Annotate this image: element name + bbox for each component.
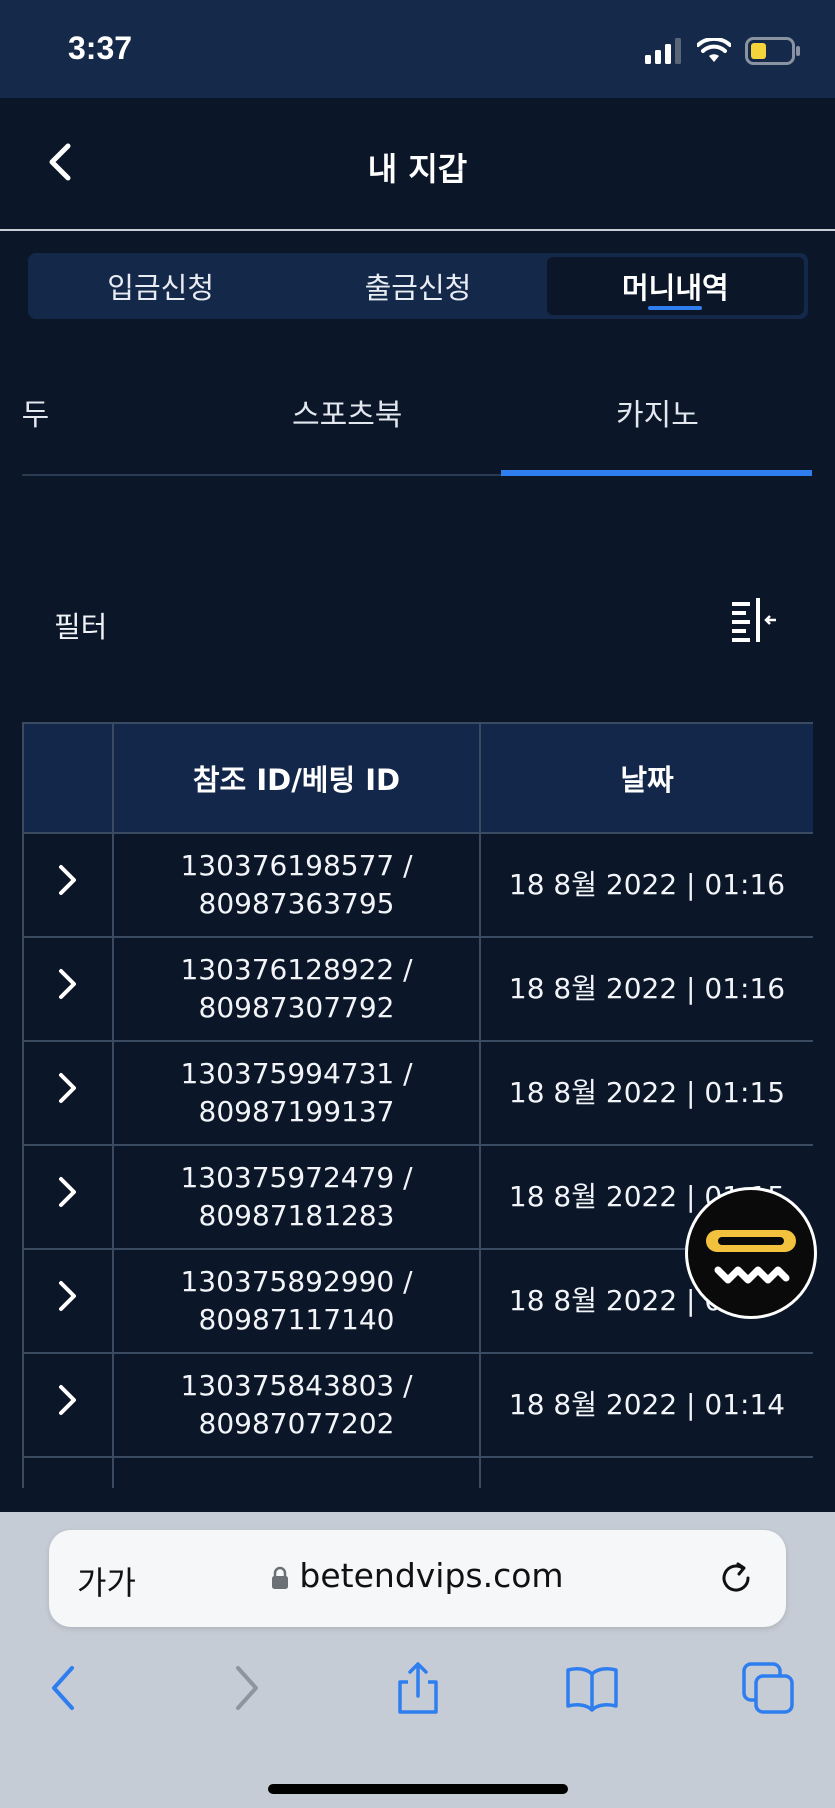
tab-money-history[interactable]: 머니내역: [546, 257, 804, 315]
date-cell: 18 8월 2022 | 01:16: [479, 832, 813, 938]
table-row[interactable]: 130375843803 / 80987077202 18 8월 2022 | 01…: [22, 1352, 813, 1458]
floating-chat-button[interactable]: [685, 1187, 817, 1319]
nav-header: 내 지갑: [0, 98, 835, 231]
table-row[interactable]: 130376198577 / 80987363795 18 8월 2022 | 01…: [22, 832, 813, 938]
ref-bet-id-cell: 130375994731 / 80987199137: [112, 1040, 481, 1146]
ref-bet-id-cell: 130376198577 / 80987363795: [112, 832, 481, 938]
chevron-right-icon: [59, 1385, 76, 1415]
tab-casino[interactable]: 카지노: [616, 390, 699, 434]
expand-row-button[interactable]: [22, 936, 114, 1042]
active-tab-indicator: [501, 470, 812, 476]
bet-id: 80987117140: [198, 1303, 395, 1336]
filter-toggle-icon[interactable]: [728, 596, 780, 644]
address-bar[interactable]: 가가 betendvips.com: [49, 1530, 786, 1627]
table-row[interactable]: 130376128922 / 80987307792 18 8월 2022 | 01…: [22, 936, 813, 1042]
tabs-icon[interactable]: [740, 1660, 796, 1716]
date-cell: 18 8월 2022 | 01:15: [479, 1040, 813, 1146]
ref-id: 130375972479 /: [180, 1161, 413, 1194]
signal-icon: [645, 38, 681, 64]
expand-row-button[interactable]: [22, 1248, 114, 1354]
table-header-row: 참조 ID/베팅 ID 날짜: [22, 722, 813, 834]
expand-row-button[interactable]: [22, 1352, 114, 1458]
table-row[interactable]: 130375994731 / 80987199137 18 8월 2022 | 01…: [22, 1040, 813, 1146]
tab-all[interactable]: 모두: [22, 390, 49, 434]
chevron-right-icon: [59, 1177, 76, 1207]
expand-row-button[interactable]: [22, 1144, 114, 1250]
bet-id: 80987307792: [198, 991, 395, 1024]
expand-row-button[interactable]: [22, 1040, 114, 1146]
ref-id: 130376198577 /: [180, 849, 413, 882]
wifi-icon: [697, 38, 731, 62]
url-text: betendvips.com: [299, 1556, 564, 1595]
ref-id: 130376128922 /: [180, 953, 413, 986]
chevron-right-icon: [59, 1073, 76, 1103]
browser-toolbar: 가가 betendvips.com: [0, 1512, 835, 1808]
url-display[interactable]: betendvips.com: [49, 1556, 786, 1595]
expand-row-button[interactable]: [22, 1456, 114, 1488]
browser-forward-icon[interactable]: [216, 1660, 272, 1716]
table-row[interactable]: 130375811672 /: [22, 1456, 813, 1488]
header-expand: [22, 722, 114, 834]
header-date: 날짜: [479, 722, 813, 834]
expand-row-button[interactable]: [22, 832, 114, 938]
reload-icon[interactable]: [714, 1556, 758, 1600]
chevron-right-icon: [59, 969, 76, 999]
bet-id: 80987181283: [198, 1199, 395, 1232]
status-time: 3:37: [68, 30, 133, 66]
bet-id: 80987199137: [198, 1095, 395, 1128]
tab-withdraw[interactable]: 출금신청: [289, 257, 546, 315]
status-icons: [645, 36, 801, 66]
browser-back-icon[interactable]: [38, 1660, 94, 1716]
ref-bet-id-cell: 130375972479 / 80987181283: [112, 1144, 481, 1250]
date-cell: 18 8월 2022 | 01:16: [479, 936, 813, 1042]
chevron-right-icon: [56, 1487, 80, 1488]
fab-logo-icon: [706, 1230, 796, 1284]
share-icon[interactable]: [390, 1660, 446, 1716]
header-ref-id: 참조 ID/베팅 ID: [112, 722, 481, 834]
home-indicator: [268, 1784, 568, 1794]
history-table: 참조 ID/베팅 ID 날짜 130376198577 / 80987363795…: [22, 722, 813, 1488]
ref-bet-id-cell: 130375811672 /: [112, 1456, 481, 1488]
ref-bet-id-cell: 130375892990 / 80987117140: [112, 1248, 481, 1354]
battery-icon: [745, 37, 800, 65]
chevron-right-icon: [59, 1281, 76, 1311]
ref-id: 130375994731 /: [180, 1057, 413, 1090]
date-cell: 18 8월 2022 | 01:14: [479, 1352, 813, 1458]
ref-id: 130375843803 /: [180, 1369, 413, 1402]
chevron-right-icon: [59, 865, 76, 895]
bet-id: 80987363795: [198, 887, 395, 920]
ref-bet-id-cell: 130376128922 / 80987307792: [112, 936, 481, 1042]
lock-icon: [272, 1566, 289, 1589]
filter-label[interactable]: 필터: [54, 604, 107, 646]
date-cell: [479, 1456, 813, 1488]
tab-sportsbook[interactable]: 스포츠북: [292, 390, 402, 434]
bookmarks-icon[interactable]: [564, 1660, 620, 1716]
ref-bet-id-cell: 130375843803 / 80987077202: [112, 1352, 481, 1458]
category-tabs: 모두 스포츠북 카지노: [22, 370, 812, 476]
tab-deposit[interactable]: 입금신청: [32, 257, 289, 315]
status-bar: 3:37: [0, 0, 835, 98]
wallet-tabs: 입금신청 출금신청 머니내역: [28, 253, 808, 319]
ref-id: 130375892990 /: [180, 1265, 413, 1298]
bet-id: 80987077202: [198, 1407, 395, 1440]
page-title: 내 지갑: [367, 150, 468, 188]
